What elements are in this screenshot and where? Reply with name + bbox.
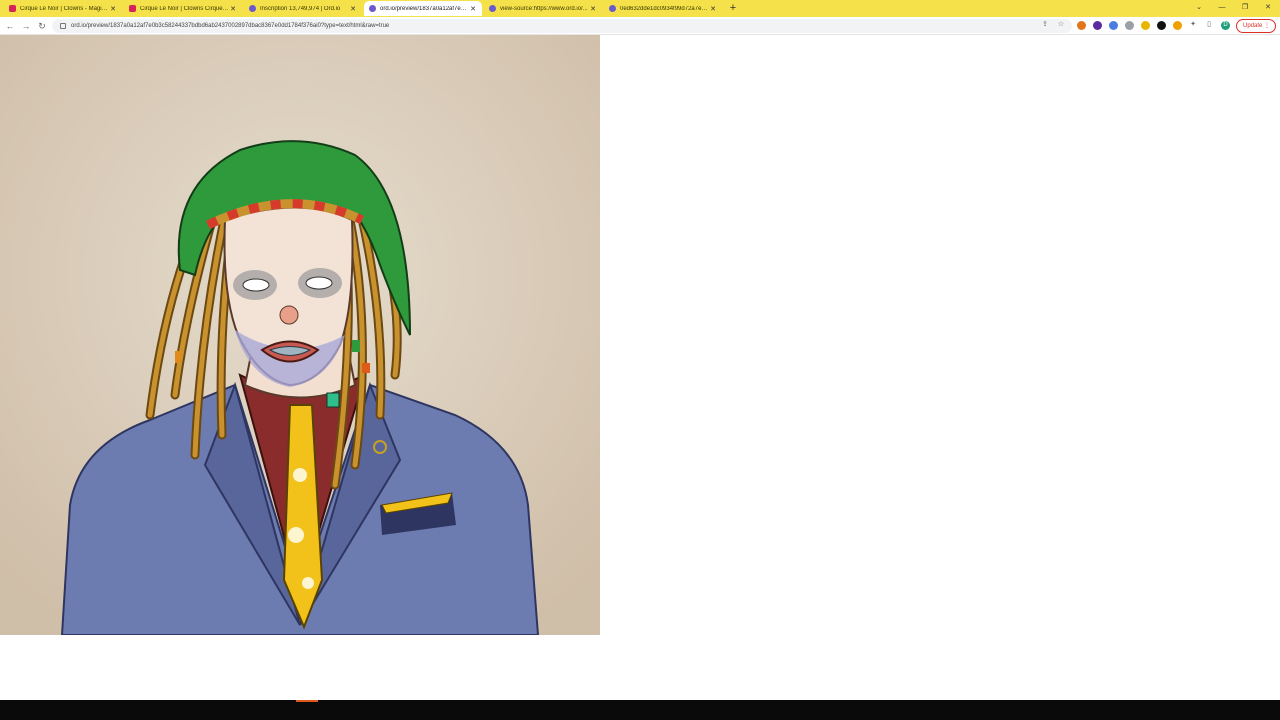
close-icon[interactable]: ✕	[469, 5, 477, 13]
close-icon[interactable]: ✕	[709, 5, 717, 13]
bookmark-star-icon[interactable]: ☆	[1056, 20, 1066, 30]
clown-portrait-image	[0, 35, 600, 635]
tab-hash-ord-io[interactable]: 0ed632dde1dc0934f99d72a7e2... ✕	[604, 1, 722, 16]
close-icon[interactable]: ✕	[109, 5, 117, 13]
video-progress-bar	[0, 700, 1280, 720]
ord-io-icon	[609, 5, 616, 12]
tab-strip: Cirque Le Noir | Clowns - Magic ... ✕ Ci…	[0, 0, 1280, 17]
share-icon[interactable]: ⇪	[1040, 20, 1050, 30]
page-content	[0, 35, 1280, 700]
tab-cirque-magic-eden-1[interactable]: Cirque Le Noir | Clowns - Magic ... ✕	[4, 1, 122, 16]
browser-toolbar: ← → ↻ ord.io/preview/1837a0a12af7e0b3c58…	[0, 17, 1280, 35]
extension-icon[interactable]	[1109, 21, 1118, 30]
profile-avatar[interactable]: D	[1221, 21, 1230, 30]
close-window-button[interactable]: ✕	[1260, 2, 1276, 14]
puzzle-extensions-icon[interactable]: ✦	[1188, 20, 1198, 30]
close-icon[interactable]: ✕	[229, 5, 237, 13]
tab-search-chevron-icon[interactable]: ⌄	[1191, 2, 1207, 14]
close-icon[interactable]: ✕	[589, 5, 597, 13]
update-button[interactable]: Update ⋮	[1236, 19, 1276, 33]
address-bar[interactable]: ord.io/preview/1837a0a12af7e0b3c58244337…	[52, 19, 1072, 33]
extension-icon[interactable]	[1141, 21, 1150, 30]
tab-inscription-ord-io[interactable]: Inscription 13,749,974 | Ord.io ✕	[244, 1, 362, 16]
url-text: ord.io/preview/1837a0a12af7e0b3c58244337…	[71, 23, 390, 29]
new-tab-button[interactable]: +	[727, 2, 739, 14]
tab-cirque-magic-eden-2[interactable]: Cirque Le Noir | Clowns Cirque L... ✕	[124, 1, 242, 16]
update-label: Update	[1243, 23, 1263, 29]
lock-icon[interactable]	[60, 23, 66, 29]
minimize-button[interactable]: —	[1214, 2, 1230, 14]
extension-icon[interactable]	[1157, 21, 1166, 30]
close-icon[interactable]: ✕	[349, 5, 357, 13]
progress-indicator	[296, 700, 318, 702]
side-panel-icon[interactable]: ▯	[1204, 20, 1214, 30]
tab-title: Inscription 13,749,974 | Ord.io	[260, 5, 341, 12]
ord-io-icon	[489, 5, 496, 12]
tab-view-source[interactable]: view-source:https://www.ord.io/... ✕	[484, 1, 602, 16]
magic-eden-icon	[129, 5, 136, 12]
restore-button[interactable]: ❐	[1237, 2, 1253, 14]
tab-ord-io-preview[interactable]: ord.io/preview/1837a0a12af7e0... ✕	[364, 1, 482, 16]
tab-title: ord.io/preview/1837a0a12af7e0...	[380, 5, 469, 12]
ord-io-icon	[249, 5, 256, 12]
ord-io-icon	[369, 5, 376, 12]
forward-arrow-icon[interactable]: →	[20, 20, 32, 32]
extension-icon[interactable]	[1093, 21, 1102, 30]
tab-title: 0ed632dde1dc0934f99d72a7e2...	[620, 5, 709, 12]
back-arrow-icon[interactable]: ←	[4, 20, 16, 32]
magic-eden-icon	[9, 5, 16, 12]
reload-icon[interactable]: ↻	[36, 20, 48, 32]
tab-title: view-source:https://www.ord.io/...	[500, 5, 588, 12]
tab-title: Cirque Le Noir | Clowns Cirque L...	[140, 5, 229, 12]
metamask-extension-icon[interactable]	[1077, 21, 1086, 30]
tab-title: Cirque Le Noir | Clowns - Magic ...	[20, 5, 109, 12]
extension-icon[interactable]	[1173, 21, 1182, 30]
extension-icon[interactable]	[1125, 21, 1134, 30]
